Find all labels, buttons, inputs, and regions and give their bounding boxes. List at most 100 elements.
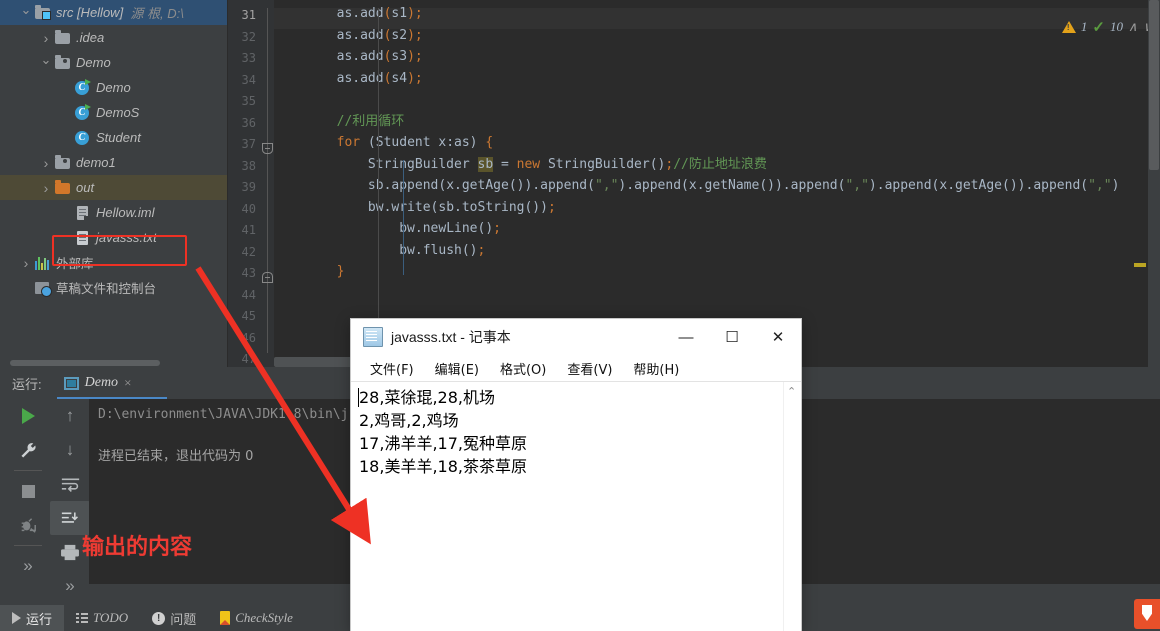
- collapse-arrow-icon[interactable]: [38, 155, 54, 171]
- status-tab-checkstyle[interactable]: CheckStyle: [208, 605, 305, 631]
- fold-region-end-icon[interactable]: [262, 272, 273, 283]
- tree-item-out[interactable]: out: [0, 175, 228, 200]
- ide-corner-badge-icon[interactable]: [1134, 599, 1160, 629]
- code-line[interactable]: //利用循环: [274, 111, 405, 133]
- tree-item-label: src [Hellow]: [56, 5, 124, 20]
- status-tab-problems-label: 问题: [170, 612, 197, 628]
- code-line[interactable]: sb.append(x.getAge()).append(",").append…: [274, 175, 1120, 197]
- tree-item-demos[interactable]: C DemoS: [0, 100, 228, 125]
- more-options-left[interactable]: »: [8, 549, 48, 583]
- tree-item-suffix: 源 根, D:\: [123, 6, 184, 21]
- todo-list-icon: [76, 613, 89, 623]
- collapse-arrow-icon[interactable]: [18, 255, 34, 271]
- code-line[interactable]: bw.newLine();: [274, 218, 501, 240]
- settings-button[interactable]: [8, 433, 48, 467]
- code-text-area[interactable]: as.add(s1); as.add(s2); as.add(s3); as.a…: [274, 0, 1160, 367]
- notepad-text-area[interactable]: 28,菜徐琨,28,机场 2,鸡哥,2,鸡场 17,沸羊羊,17,冤种草原 18…: [351, 381, 801, 631]
- tree-item-label: Student: [96, 130, 141, 145]
- stop-icon: [21, 484, 35, 498]
- code-line[interactable]: [274, 304, 282, 326]
- line-number: 39: [241, 180, 256, 194]
- line-number-gutter[interactable]: 31 32 33 34 35 36 37 38 39 40 41 42 43 44 45 46 47: [228, 0, 262, 367]
- editor-scrollbar-thumb[interactable]: [1149, 0, 1159, 170]
- menu-help[interactable]: 帮助(H): [624, 356, 688, 381]
- tree-item-demo1[interactable]: demo1: [0, 150, 228, 175]
- code-line[interactable]: [274, 326, 282, 348]
- iml-file-icon: [74, 205, 92, 221]
- collapse-arrow-icon[interactable]: [38, 30, 54, 46]
- project-tree-panel[interactable]: src [Hellow] 源 根, D:\ .idea Demo C Demo C Demo…: [0, 0, 228, 367]
- tree-item-student[interactable]: C Student: [0, 125, 228, 150]
- bug-icon: [21, 518, 36, 533]
- collapse-arrow-icon[interactable]: [38, 180, 54, 196]
- code-editor[interactable]: 31 32 33 34 35 36 37 38 39 40 41 42 43 44 45 46 47 as.ad…: [228, 0, 1160, 367]
- scroll-up-arrow-icon[interactable]: ⌃: [787, 385, 796, 398]
- menu-edit[interactable]: 编辑(E): [426, 356, 488, 381]
- previous-problem-chevron-icon[interactable]: ∧: [1128, 19, 1138, 35]
- status-tab-problems[interactable]: ! 问题: [140, 605, 208, 631]
- tree-item-src-hellow[interactable]: src [Hellow] 源 根, D:\: [0, 0, 228, 25]
- code-line[interactable]: as.add(s3);: [274, 46, 423, 68]
- more-options-right[interactable]: »: [50, 569, 90, 603]
- status-tab-todo[interactable]: TODO: [64, 605, 140, 631]
- previous-occurrence-button[interactable]: ↑: [50, 399, 90, 433]
- minimize-button[interactable]: —: [663, 319, 709, 355]
- notepad-window[interactable]: javasss.txt - 记事本 — ☐ ✕ 文件(F) 编辑(E) 格式(O…: [351, 319, 801, 631]
- line-number: 34: [241, 72, 256, 87]
- maximize-button[interactable]: ☐: [709, 319, 755, 355]
- rerun-button[interactable]: [8, 399, 48, 433]
- warning-count: 1: [1080, 19, 1088, 34]
- menu-format[interactable]: 格式(O): [491, 356, 555, 381]
- run-panel-title: 运行:: [12, 376, 42, 392]
- code-line[interactable]: [274, 283, 282, 305]
- tree-item-idea[interactable]: .idea: [0, 25, 228, 50]
- notepad-title-bar[interactable]: javasss.txt - 记事本 — ☐ ✕: [351, 319, 801, 355]
- close-button[interactable]: ✕: [755, 319, 801, 355]
- status-tab-run[interactable]: 运行: [0, 605, 65, 631]
- console-line: 进程已结束，退出代码为 0: [98, 449, 254, 464]
- excluded-folder-icon: [54, 179, 72, 196]
- code-line[interactable]: bw.write(sb.toString());: [274, 197, 556, 219]
- code-folding-strip[interactable]: [262, 0, 274, 367]
- code-line[interactable]: for (Student x:as) {: [274, 132, 494, 154]
- code-line[interactable]: as.add(s1);: [274, 3, 423, 25]
- expand-arrow-icon[interactable]: [38, 55, 54, 71]
- code-line[interactable]: as.add(s4);: [274, 68, 423, 90]
- dump-threads-button[interactable]: [8, 508, 48, 542]
- expand-arrow-icon[interactable]: [18, 5, 34, 21]
- package-folder-icon: [54, 154, 72, 171]
- tree-item-hellow-iml[interactable]: Hellow.iml: [0, 200, 228, 225]
- menu-file[interactable]: 文件(F): [361, 356, 423, 381]
- status-tab-run-label: 运行: [26, 612, 53, 628]
- code-line[interactable]: }: [274, 261, 345, 283]
- editor-vertical-scrollbar[interactable]: [1148, 0, 1160, 367]
- wrench-icon: [20, 442, 36, 458]
- line-number: 35: [241, 94, 256, 108]
- notepad-menu-bar[interactable]: 文件(F) 编辑(E) 格式(O) 查看(V) 帮助(H): [351, 355, 801, 381]
- menu-view[interactable]: 查看(V): [558, 356, 621, 381]
- notepad-icon: [363, 327, 383, 347]
- next-occurrence-button[interactable]: ↓: [50, 433, 90, 467]
- inspection-widget[interactable]: 1 ✓ 10 ∧ ∨: [1061, 18, 1152, 36]
- soft-wrap-button[interactable]: [50, 467, 90, 501]
- tree-item-label: .idea: [76, 30, 105, 45]
- toolbar-separator: [14, 470, 42, 471]
- line-number: 32: [241, 29, 256, 44]
- run-tab-demo[interactable]: Demo ×: [63, 375, 131, 391]
- tree-item-demo[interactable]: C Demo: [0, 75, 228, 100]
- run-toolbar-left[interactable]: »: [8, 399, 50, 584]
- scrollbar-warning-marker[interactable]: [1134, 263, 1146, 267]
- code-line[interactable]: as.add(s2);: [274, 25, 423, 47]
- code-line[interactable]: bw.flush();: [274, 240, 485, 262]
- close-icon[interactable]: ×: [124, 375, 131, 391]
- tree-item-label: demo1: [76, 155, 116, 170]
- notepad-vertical-scrollbar[interactable]: ⌃: [783, 382, 801, 631]
- code-line[interactable]: StringBuilder sb = new StringBuilder();/…: [274, 154, 767, 176]
- project-tree-horizontal-scrollbar[interactable]: [10, 360, 160, 366]
- tree-item-[interactable]: 草稿文件和控制台: [0, 275, 228, 300]
- line-number: 38: [241, 158, 256, 173]
- stop-button[interactable]: [8, 474, 48, 508]
- fold-region-start-icon[interactable]: [262, 143, 273, 154]
- code-line[interactable]: [274, 89, 282, 111]
- tree-item-demo[interactable]: Demo: [0, 50, 228, 75]
